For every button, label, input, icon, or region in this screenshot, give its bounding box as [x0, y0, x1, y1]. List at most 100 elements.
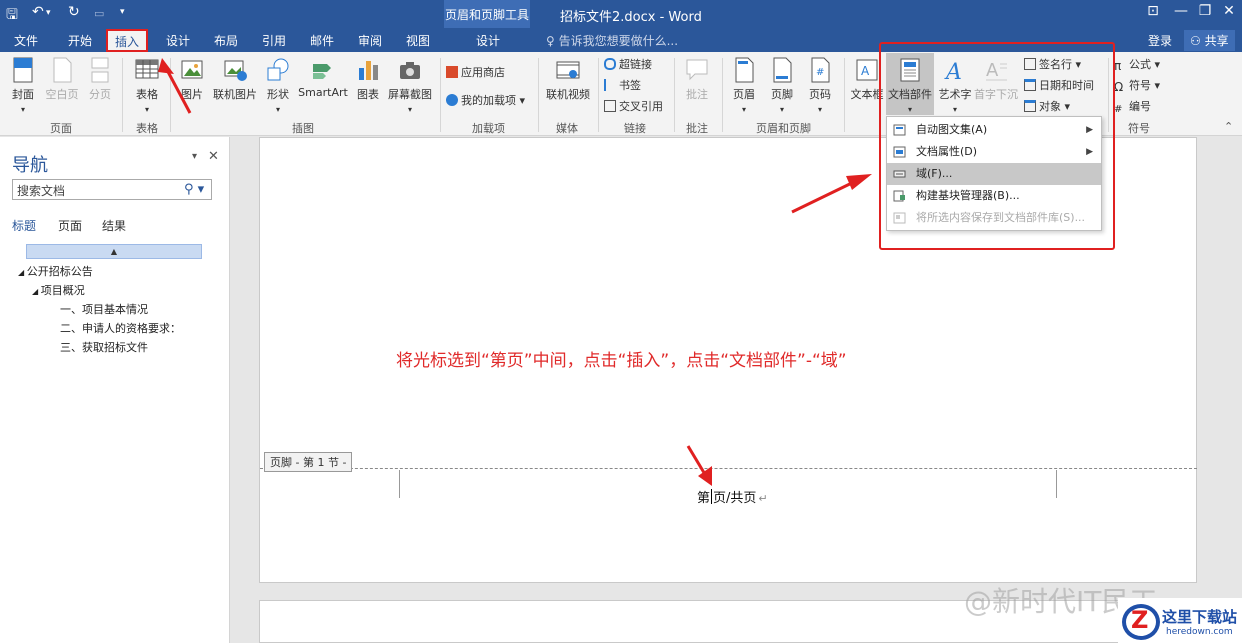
redo-icon[interactable]: ↻ — [68, 4, 80, 20]
my-addins-button[interactable]: 我的加载项 ▾ — [446, 92, 525, 108]
tab-hf-design[interactable]: 设计 — [476, 32, 500, 49]
collapse-ribbon-icon[interactable]: ⌃ — [1224, 120, 1233, 133]
footer-text[interactable]: 第页/共页 ↵ — [697, 487, 768, 506]
group-label-illustrations: 插图 — [292, 122, 314, 135]
picture-button[interactable]: 图片 — [178, 56, 206, 102]
save-icon[interactable]: 🖫 — [6, 4, 18, 28]
shapes-button[interactable]: 形状 ▾ — [264, 56, 292, 115]
group-label-addins: 加载项 — [472, 122, 505, 135]
group-label-tables: 表格 — [136, 122, 158, 135]
share-button[interactable]: ⚇ 共享 — [1184, 30, 1235, 51]
restore-icon[interactable]: ❐ — [1194, 3, 1216, 19]
lightbulb-icon: ♀ — [546, 34, 559, 48]
nav-heading-item[interactable]: 一、项目基本情况 — [60, 301, 148, 317]
page-number-icon: # — [811, 57, 830, 83]
tab-home[interactable]: 开始 — [68, 32, 92, 49]
nav-heading-item[interactable]: 三、获取招标文件 — [60, 339, 148, 355]
page-break-icon — [91, 57, 109, 83]
logo-name: 这里下载站 — [1162, 608, 1238, 626]
customize-toolbar-icon[interactable]: ▾ — [120, 7, 125, 17]
tab-layout[interactable]: 布局 — [214, 32, 238, 49]
header-button[interactable]: 页眉 ▾ — [730, 56, 758, 115]
cover-page-icon — [13, 57, 33, 83]
table-button[interactable]: 表格 ▾ — [132, 56, 162, 115]
nav-scroll-up-bar[interactable]: ▲ — [26, 244, 202, 259]
tab-file[interactable]: 文件 — [14, 32, 38, 49]
nav-tab-pages[interactable]: 页面 — [58, 217, 82, 234]
login-link[interactable]: 登录 — [1148, 32, 1172, 49]
nav-heading-item[interactable]: ◢ 项目概况 — [32, 282, 85, 298]
group-label-symbols: 符号 — [1128, 122, 1150, 135]
hyperlink-button[interactable]: 超链接 — [604, 56, 652, 72]
tab-design[interactable]: 设计 — [166, 32, 190, 49]
footer-button[interactable]: 页脚 ▾ — [768, 56, 796, 115]
contextual-tool-title: 页眉和页脚工具 — [444, 8, 529, 22]
group-label-media: 媒体 — [556, 122, 578, 135]
tab-view[interactable]: 视图 — [406, 32, 430, 49]
page-number-button[interactable]: # 页码 ▾ — [806, 56, 834, 115]
online-video-button[interactable]: 联机视频 — [544, 56, 592, 102]
nav-heading-item[interactable]: ◢ 公开招标公告 — [18, 263, 93, 279]
nav-options-icon[interactable]: ▾ — [192, 151, 197, 162]
comment-icon — [686, 59, 708, 81]
svg-text:#: # — [816, 67, 824, 78]
tab-review[interactable]: 审阅 — [358, 32, 382, 49]
chart-icon — [359, 61, 378, 80]
margin-mark — [1056, 470, 1057, 498]
bookmark-flag-icon — [604, 79, 616, 91]
cross-reference-icon — [604, 100, 616, 112]
group-separator — [844, 58, 845, 132]
minimize-icon[interactable]: — — [1170, 3, 1192, 19]
numbering-button[interactable]: # 编号 — [1114, 98, 1151, 116]
logo-url: heredown.com — [1166, 627, 1233, 637]
store-bag-icon — [446, 66, 458, 78]
page-break-button[interactable]: 分页 — [86, 56, 114, 102]
screenshot-button[interactable]: 屏幕截图 ▾ — [386, 56, 434, 115]
chart-button[interactable]: 图表 — [354, 56, 382, 102]
header-icon — [735, 57, 754, 83]
tell-me-search[interactable]: ♀ 告诉我您想要做什么... — [546, 32, 678, 49]
textbox-icon: A — [856, 59, 878, 81]
expand-triangle-icon: ◢ — [32, 287, 41, 296]
comment-button[interactable]: 批注 — [682, 56, 712, 102]
nav-close-icon[interactable]: ✕ — [208, 149, 219, 164]
group-label-links: 链接 — [624, 122, 646, 135]
text-cursor — [711, 489, 713, 504]
nav-heading-item[interactable]: 二、申请人的资格要求： — [60, 320, 181, 336]
nav-tab-headings[interactable]: 标题 — [12, 217, 36, 234]
touch-mode-icon[interactable]: ▭ — [94, 7, 104, 20]
group-separator — [674, 58, 675, 132]
search-icon[interactable]: ⚲ ▾ — [184, 182, 204, 197]
shapes-icon — [267, 58, 289, 81]
group-label-header-footer: 页眉和页脚 — [756, 122, 811, 135]
logo-letter: Z — [1131, 606, 1149, 634]
cover-button[interactable]: 封面 ▾ — [8, 56, 38, 115]
tab-references[interactable]: 引用 — [262, 32, 286, 49]
undo-dropdown-icon[interactable]: ▾ — [46, 8, 51, 18]
symbol-button[interactable]: Ω 符号 ▾ — [1114, 77, 1160, 94]
cross-reference-button[interactable]: 交叉引用 — [604, 98, 663, 114]
footer-section-label: 页脚 - 第 1 节 - — [264, 452, 353, 472]
nav-tab-results[interactable]: 结果 — [102, 217, 126, 234]
equation-button[interactable]: π 公式 ▾ — [1114, 56, 1160, 73]
online-picture-button[interactable]: 联机图片 — [212, 56, 258, 102]
group-separator — [722, 58, 723, 132]
nav-search-input[interactable]: 搜索文档 — [12, 179, 212, 200]
blank-page-button[interactable]: 空白页 — [44, 56, 80, 102]
group-separator — [440, 58, 441, 132]
link-icon — [604, 58, 616, 70]
tab-insert[interactable]: 插入 — [106, 29, 148, 52]
instruction-annotation: 将光标选到“第页”中间，点击“插入”，点击“文档部件”-“域” — [396, 351, 847, 371]
app-store-button[interactable]: 应用商店 — [446, 64, 505, 80]
omega-icon: Ω — [1114, 80, 1124, 94]
close-icon[interactable]: ✕ — [1218, 3, 1240, 19]
group-label-pages: 页面 — [50, 122, 72, 135]
addins-icon — [446, 94, 458, 106]
pi-icon: π — [1114, 59, 1122, 73]
tab-mailings[interactable]: 邮件 — [310, 32, 334, 49]
undo-icon[interactable]: ↶ — [32, 4, 44, 20]
smartart-button[interactable]: SmartArt — [298, 56, 348, 99]
ribbon-display-icon[interactable]: ⊡ — [1142, 3, 1164, 19]
smartart-icon — [313, 64, 331, 79]
bookmark-button[interactable]: 书签 — [604, 77, 641, 93]
